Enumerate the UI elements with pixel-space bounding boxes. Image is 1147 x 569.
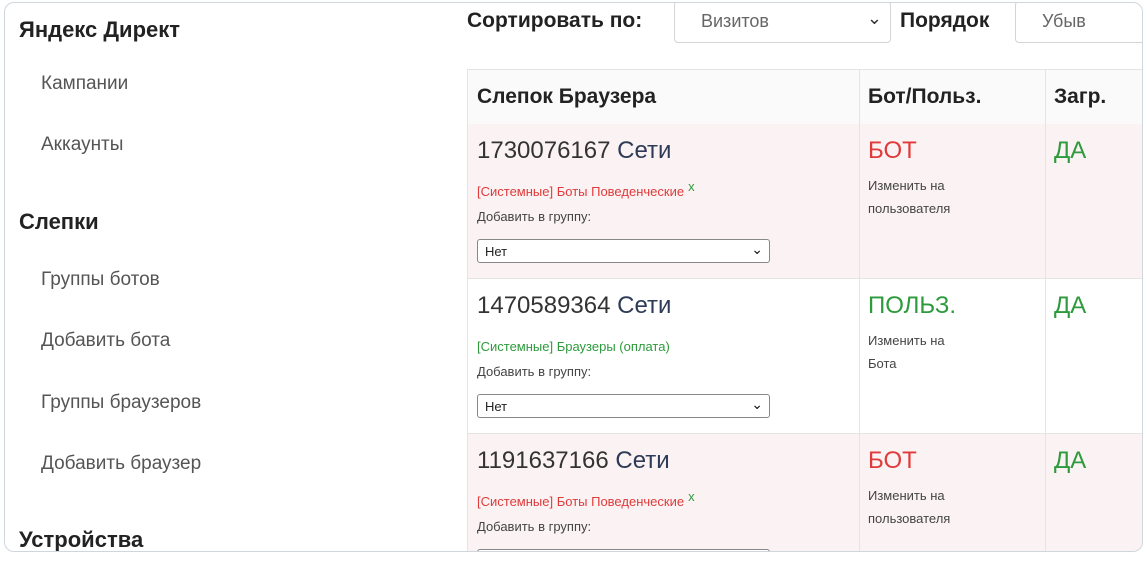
snapshot-id-number: 1470589364 <box>477 292 611 319</box>
change-status-line1: Изменить на <box>868 488 945 503</box>
sort-select-value: Визитов <box>701 11 769 31</box>
group-select-value: Нет <box>485 244 508 259</box>
group-tag-label: [Системные] Боты Поведенческие <box>477 494 685 509</box>
order-label: Порядок <box>900 9 990 32</box>
chevron-down-icon: ⌄ <box>751 241 763 257</box>
sidebar-item-campaigns[interactable]: Кампании <box>41 73 128 95</box>
order-select[interactable]: Убыв <box>1015 3 1142 43</box>
sidebar-item-add-bot[interactable]: Добавить бота <box>41 330 170 352</box>
group-select[interactable] <box>477 549 770 551</box>
sidebar-item-accounts[interactable]: Аккаунты <box>41 134 123 156</box>
snapshot-id[interactable]: 1470589364 Сети <box>477 292 671 320</box>
change-status-line2: пользователя <box>868 511 951 526</box>
app-window: Яндекс Директ Кампании Аккаунты Слепки Г… <box>4 2 1143 552</box>
status-user: ПОЛЬЗ. <box>868 292 957 319</box>
networks-link[interactable]: Сети <box>617 292 671 319</box>
networks-link[interactable]: Сети <box>617 137 671 164</box>
change-status-link[interactable]: Изменить на пользователя <box>868 484 998 530</box>
networks-link[interactable]: Сети <box>615 447 669 474</box>
column-header-snapshot[interactable]: Слепок Браузера <box>477 85 656 109</box>
change-status-line2: пользователя <box>868 201 951 216</box>
snapshot-id-number: 1191637166 <box>477 447 609 474</box>
change-status-link[interactable]: Изменить на Бота <box>868 329 998 375</box>
loaded-status: ДА <box>1054 137 1087 164</box>
sidebar-section-yandex-direct: Яндекс Директ <box>19 17 181 42</box>
group-select[interactable]: Нет ⌄ <box>477 239 770 263</box>
snapshot-id-number: 1730076167 <box>477 137 611 164</box>
sort-select[interactable]: Визитов ⌄ <box>674 3 891 43</box>
change-status-line1: Изменить на <box>868 333 945 348</box>
change-status-line1: Изменить на <box>868 178 945 193</box>
group-tag: [Системные] Боты Поведенческие x <box>477 489 695 509</box>
order-select-value: Убыв <box>1042 11 1086 31</box>
column-header-bot-user[interactable]: Бот/Польз. <box>868 85 981 109</box>
sidebar: Яндекс Директ Кампании Аккаунты Слепки Г… <box>5 3 460 551</box>
status-bot: БОТ <box>868 447 917 474</box>
remove-tag-icon[interactable]: x <box>688 179 695 194</box>
remove-tag-icon[interactable]: x <box>688 489 695 504</box>
change-status-line2: Бота <box>868 356 897 371</box>
sidebar-section-devices: Устройства <box>19 527 144 552</box>
status-bot: БОТ <box>868 137 917 164</box>
group-tag-label: [Системные] Боты Поведенческие <box>477 184 685 199</box>
sidebar-item-bot-groups[interactable]: Группы ботов <box>41 269 160 291</box>
column-header-loaded[interactable]: Загр. <box>1054 85 1106 109</box>
group-select[interactable]: Нет ⌄ <box>477 394 770 418</box>
table-header: Слепок Браузера Бот/Польз. Загр. <box>468 69 1142 125</box>
sidebar-item-browser-groups[interactable]: Группы браузеров <box>41 392 201 414</box>
add-to-group-label: Добавить в группу: <box>477 519 592 534</box>
table-row: 1470589364 Сети [Системные] Браузеры (оп… <box>468 279 1142 434</box>
table-row: 1730076167 Сети [Системные] Боты Поведен… <box>468 124 1142 279</box>
column-divider <box>859 69 860 551</box>
chevron-down-icon: ⌄ <box>866 8 882 28</box>
loaded-status: ДА <box>1054 292 1087 319</box>
change-status-link[interactable]: Изменить на пользователя <box>868 174 998 220</box>
sidebar-item-add-browser[interactable]: Добавить браузер <box>41 453 201 475</box>
sidebar-section-snapshots: Слепки <box>19 209 99 234</box>
add-to-group-label: Добавить в группу: <box>477 209 592 224</box>
chevron-down-icon: ⌄ <box>751 396 763 412</box>
group-tag-label: [Системные] Браузеры (оплата) <box>477 339 670 354</box>
group-tag: [Системные] Боты Поведенческие x <box>477 179 695 199</box>
snapshot-id[interactable]: 1191637166 Сети <box>477 447 670 475</box>
add-to-group-label: Добавить в группу: <box>477 364 592 379</box>
table-row: 1191637166 Сети [Системные] Боты Поведен… <box>468 434 1142 551</box>
group-select-value: Нет <box>485 399 508 414</box>
loaded-status: ДА <box>1054 447 1087 474</box>
sort-label: Сортировать по: <box>467 9 643 32</box>
snapshot-id[interactable]: 1730076167 Сети <box>477 137 671 165</box>
group-tag: [Системные] Браузеры (оплата) <box>477 339 670 354</box>
column-divider <box>1045 69 1046 551</box>
snapshots-table: Слепок Браузера Бот/Польз. Загр. 1730076… <box>467 69 1142 551</box>
